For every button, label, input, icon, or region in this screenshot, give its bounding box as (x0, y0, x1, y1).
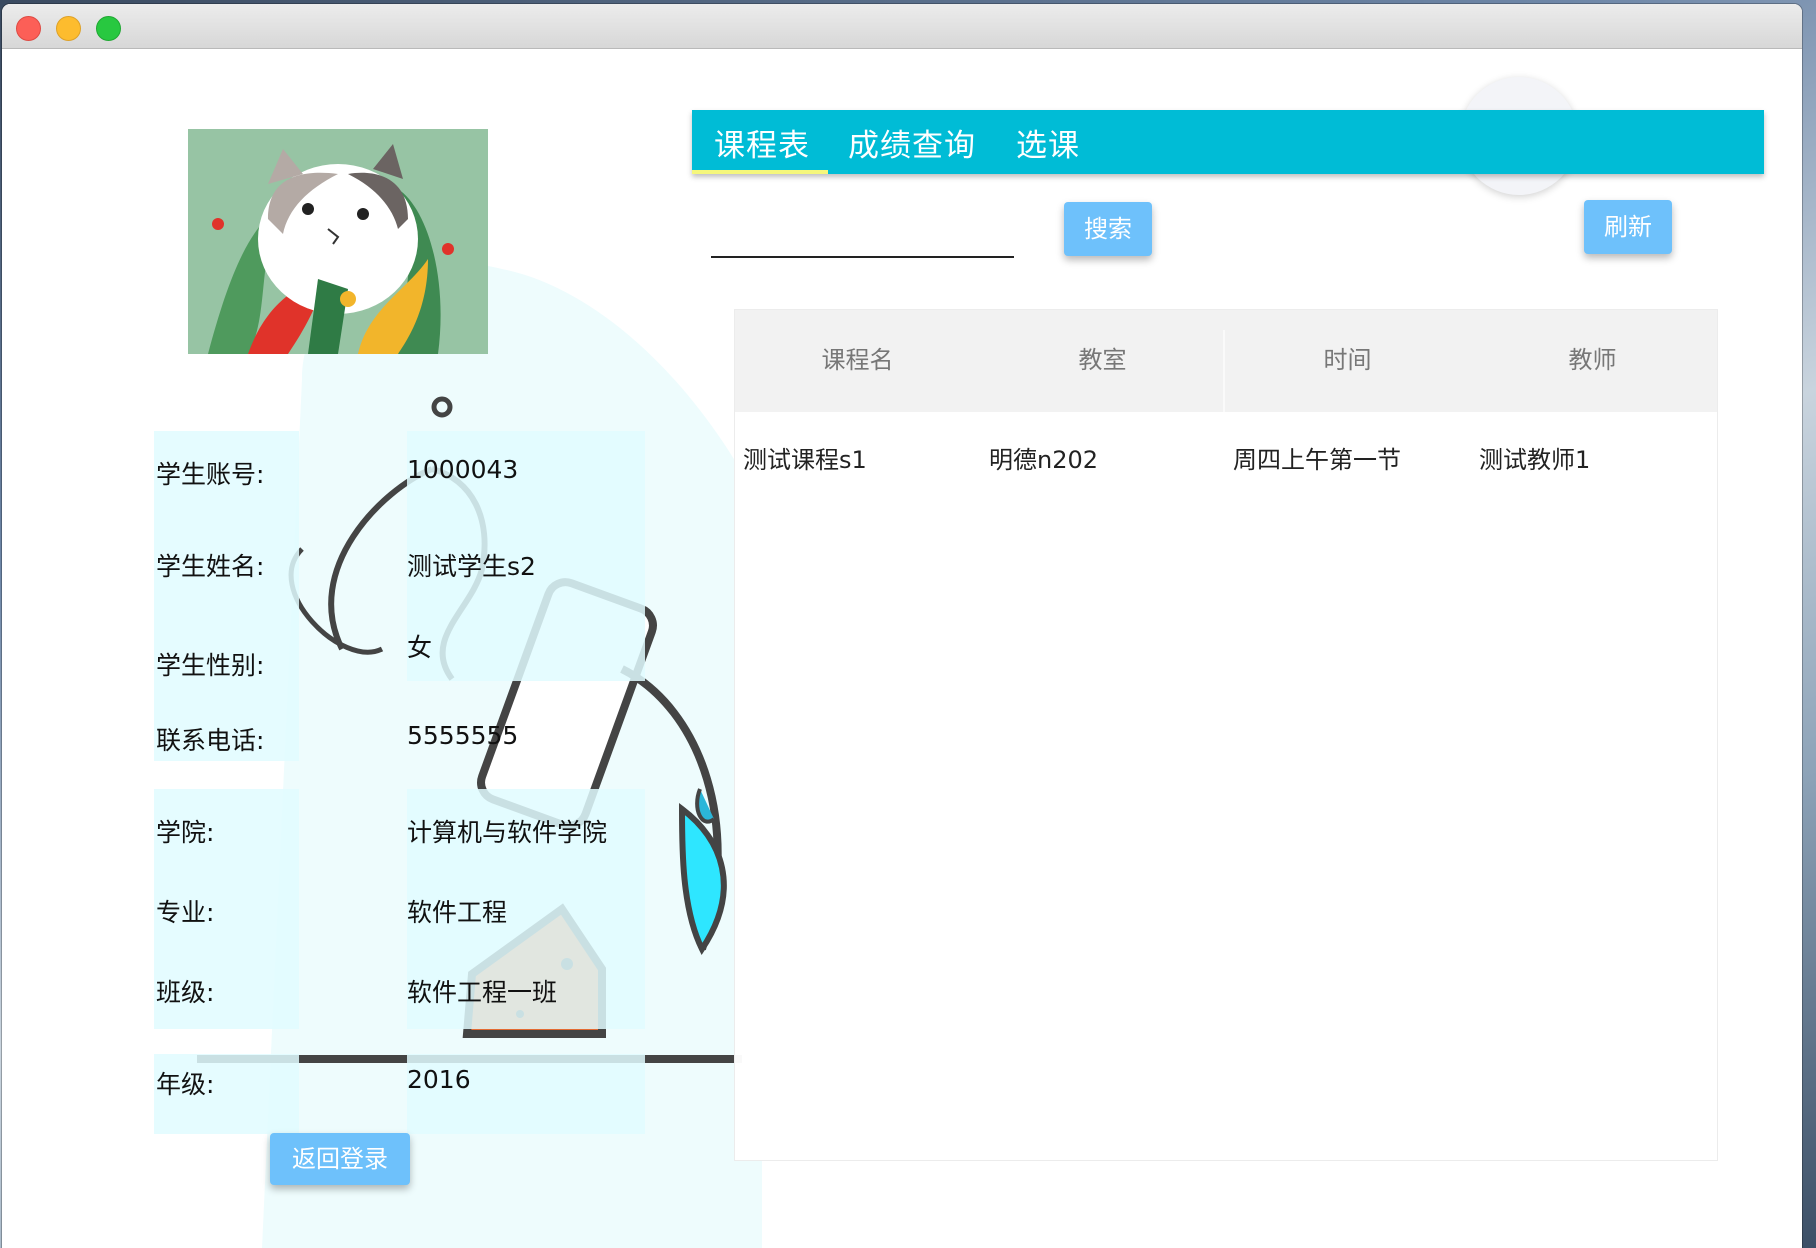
info-label: 联系电话: (156, 726, 265, 755)
info-label: 班级: (156, 978, 215, 1007)
info-label: 学生姓名: (156, 552, 265, 581)
column-header-teacher[interactable]: 教师 (1470, 340, 1715, 375)
info-value: 测试学生s2 (407, 552, 536, 581)
info-value: 软件工程一班 (407, 978, 558, 1007)
column-header-time[interactable]: 时间 (1225, 340, 1470, 375)
info-value: 5555555 (407, 721, 519, 750)
info-label: 年级: (156, 1070, 215, 1099)
info-label: 学生性别: (156, 651, 265, 680)
info-value: 软件工程 (407, 898, 508, 927)
title-bar (2, 4, 1802, 49)
back-to-login-button[interactable]: 返回登录 (270, 1133, 410, 1185)
active-tab-indicator (692, 170, 828, 174)
table-cell: 明德n202 (989, 446, 1099, 474)
info-row-class: 班级: 软件工程一班 (154, 957, 644, 1013)
info-row-grade: 年级: 2016 (154, 1049, 644, 1105)
info-label: 学生账号: (156, 460, 265, 489)
tab-grade-query[interactable]: 成绩查询 (848, 120, 976, 165)
refresh-button[interactable]: 刷新 (1584, 200, 1672, 254)
table-cell: 测试课程s1 (743, 446, 867, 474)
app-window: 学生账号: 1000043 学生姓名: 测试学生s2 学生性别: 女 联系电话:… (2, 4, 1802, 1248)
close-window-button[interactable] (16, 16, 41, 41)
cat-avatar-image (188, 129, 488, 354)
info-row-account: 学生账号: 1000043 (154, 439, 644, 495)
column-header-classroom[interactable]: 教室 (980, 340, 1225, 375)
table-cell: 周四上午第一节 (1233, 446, 1401, 474)
course-table: 课程名 教室 时间 教师 测试课程s1 明德n202 周四上午第一节 测试教师1 (734, 309, 1718, 1161)
info-row-college: 学院: 计算机与软件学院 (154, 797, 644, 853)
tab-course-schedule[interactable]: 课程表 (714, 120, 810, 165)
info-row-phone: 联系电话: 5555555 (154, 705, 644, 761)
info-value: 计算机与软件学院 (407, 818, 608, 847)
search-button[interactable]: 搜索 (1064, 202, 1152, 256)
search-input[interactable] (711, 256, 1014, 258)
info-row-major: 专业: 软件工程 (154, 877, 644, 933)
info-value: 女 (407, 633, 433, 662)
column-header-course[interactable]: 课程名 (735, 340, 980, 375)
info-label: 学院: (156, 818, 215, 847)
main-content: 学生账号: 1000043 学生姓名: 测试学生s2 学生性别: 女 联系电话:… (2, 49, 1802, 1248)
tab-bar: 课程表 成绩查询 选课 (692, 110, 1764, 174)
minimize-window-button[interactable] (56, 16, 81, 41)
info-row-name: 学生姓名: 测试学生s2 (154, 531, 644, 587)
info-label: 专业: (156, 898, 215, 927)
table-header: 课程名 教室 时间 教师 (735, 310, 1717, 412)
tab-course-selection[interactable]: 选课 (1016, 120, 1080, 165)
table-cell: 测试教师1 (1479, 446, 1591, 474)
info-value: 1000043 (407, 455, 519, 484)
info-value: 2016 (407, 1065, 471, 1094)
maximize-window-button[interactable] (96, 16, 121, 41)
info-row-gender: 学生性别: 女 (154, 624, 644, 680)
